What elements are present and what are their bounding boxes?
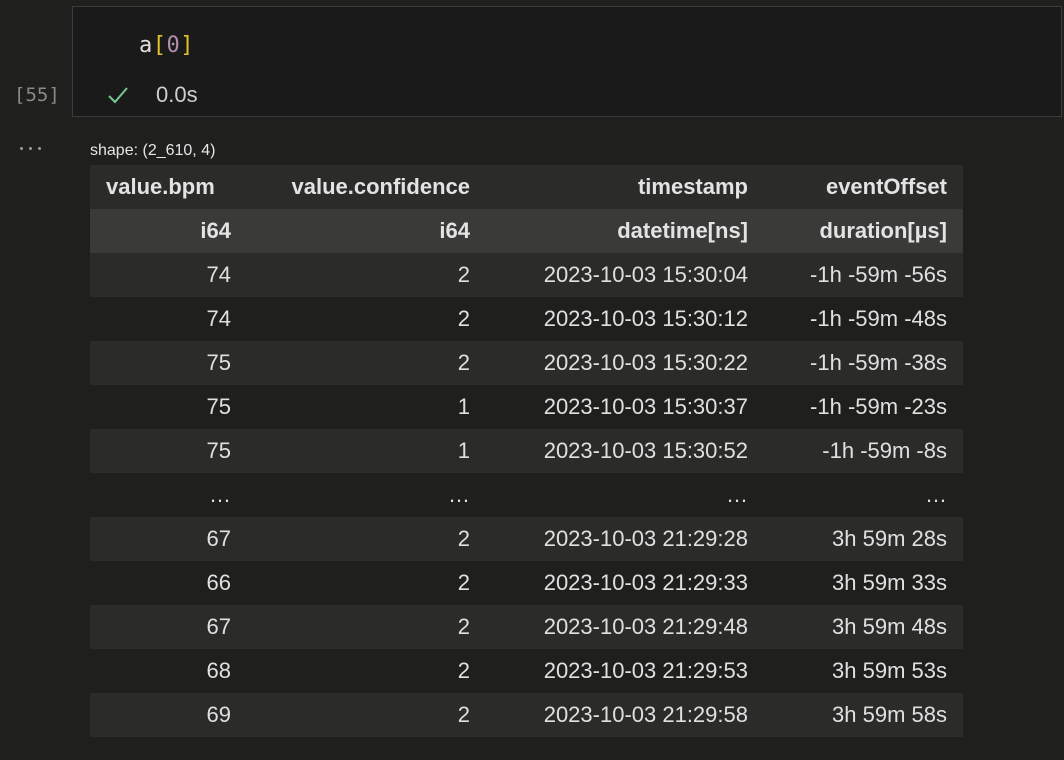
cell-value-confidence: 1 [247, 429, 486, 473]
cell-value-bpm: 69 [90, 693, 247, 737]
table-row: 66 2 2023-10-03 21:29:33 3h 59m 33s [90, 561, 963, 605]
cell-value-confidence: 2 [247, 341, 486, 385]
dataframe-table: value.bpm value.confidence timestamp eve… [90, 165, 963, 737]
cell-value-bpm: 75 [90, 429, 247, 473]
code-cell-input[interactable]: a[0] [72, 6, 1062, 117]
column-header-row: value.bpm value.confidence timestamp eve… [90, 165, 963, 209]
cell-event-offset: -1h -59m -56s [764, 253, 963, 297]
dtype-value-confidence: i64 [247, 209, 486, 253]
execution-count: [55] [14, 84, 60, 106]
table-row: 67 2 2023-10-03 21:29:48 3h 59m 48s [90, 605, 963, 649]
cell-timestamp: 2023-10-03 15:30:52 [486, 429, 764, 473]
cell-value-bpm: 68 [90, 649, 247, 693]
cell-timestamp: 2023-10-03 21:29:28 [486, 517, 764, 561]
cell-value-confidence: 2 [247, 693, 486, 737]
table-row: 75 1 2023-10-03 15:30:37 -1h -59m -23s [90, 385, 963, 429]
table-row: 67 2 2023-10-03 21:29:28 3h 59m 28s [90, 517, 963, 561]
cell-value-bpm: 74 [90, 297, 247, 341]
table-row: 69 2 2023-10-03 21:29:58 3h 59m 58s [90, 693, 963, 737]
cell-event-offset: -1h -59m -48s [764, 297, 963, 341]
code-line[interactable]: a[0] [139, 33, 194, 58]
cell-timestamp: 2023-10-03 21:29:53 [486, 649, 764, 693]
cell-event-offset: 3h 59m 28s [764, 517, 963, 561]
cell-event-offset: 3h 59m 33s [764, 561, 963, 605]
code-open-bracket: [ [152, 33, 167, 58]
cell-timestamp: 2023-10-03 15:30:37 [486, 385, 764, 429]
cell-event-offset: … [764, 473, 963, 517]
cell-event-offset: 3h 59m 48s [764, 605, 963, 649]
cell-event-offset: 3h 59m 53s [764, 649, 963, 693]
cell-value-bpm: 66 [90, 561, 247, 605]
dtype-value-bpm: i64 [90, 209, 247, 253]
cell-value-confidence: 2 [247, 561, 486, 605]
cell-event-offset: -1h -59m -38s [764, 341, 963, 385]
cell-value-confidence: … [247, 473, 486, 517]
code-index: 0 [166, 33, 181, 58]
dataframe-shape: shape: (2_610, 4) [90, 142, 216, 159]
cell-timestamp: 2023-10-03 15:30:04 [486, 253, 764, 297]
cell-value-confidence: 2 [247, 517, 486, 561]
table-row: 75 2 2023-10-03 15:30:22 -1h -59m -38s [90, 341, 963, 385]
cell-value-confidence: 1 [247, 385, 486, 429]
cell-value-bpm: … [90, 473, 247, 517]
code-close-bracket: ] [180, 33, 194, 58]
ellipsis-row: … … … … [90, 473, 963, 517]
cell-value-bpm: 75 [90, 385, 247, 429]
code-variable: a [139, 33, 153, 58]
cell-timestamp: 2023-10-03 21:29:48 [486, 605, 764, 649]
cell-value-confidence: 2 [247, 649, 486, 693]
cell-value-confidence: 2 [247, 253, 486, 297]
cell-timestamp: 2023-10-03 15:30:22 [486, 341, 764, 385]
cell-event-offset: -1h -59m -23s [764, 385, 963, 429]
cell-timestamp: … [486, 473, 764, 517]
table-row: 74 2 2023-10-03 15:30:04 -1h -59m -56s [90, 253, 963, 297]
cell-value-bpm: 74 [90, 253, 247, 297]
cell-timestamp: 2023-10-03 21:29:33 [486, 561, 764, 605]
cell-value-confidence: 2 [247, 605, 486, 649]
check-icon [108, 87, 128, 104]
execution-status: 0.0s [106, 82, 198, 108]
table-row: 74 2 2023-10-03 15:30:12 -1h -59m -48s [90, 297, 963, 341]
cell-value-confidence: 2 [247, 297, 486, 341]
column-header-timestamp: timestamp [486, 165, 764, 209]
column-header-event-offset: eventOffset [764, 165, 963, 209]
table-row: 68 2 2023-10-03 21:29:53 3h 59m 53s [90, 649, 963, 693]
column-header-value-bpm: value.bpm [90, 165, 247, 209]
cell-value-bpm: 75 [90, 341, 247, 385]
cell-event-offset: -1h -59m -8s [764, 429, 963, 473]
cell-timestamp: 2023-10-03 21:29:58 [486, 693, 764, 737]
cell-value-bpm: 67 [90, 605, 247, 649]
column-header-value-confidence: value.confidence [247, 165, 486, 209]
dtype-timestamp: datetime[ns] [486, 209, 764, 253]
cell-value-bpm: 67 [90, 517, 247, 561]
cell-event-offset: 3h 59m 58s [764, 693, 963, 737]
table-row: 75 1 2023-10-03 15:30:52 -1h -59m -8s [90, 429, 963, 473]
dtype-row: i64 i64 datetime[ns] duration[µs] [90, 209, 963, 253]
cell-timestamp: 2023-10-03 15:30:12 [486, 297, 764, 341]
ellipsis-icon[interactable] [16, 140, 46, 156]
dtype-event-offset: duration[µs] [764, 209, 963, 253]
execution-duration: 0.0s [156, 82, 198, 107]
